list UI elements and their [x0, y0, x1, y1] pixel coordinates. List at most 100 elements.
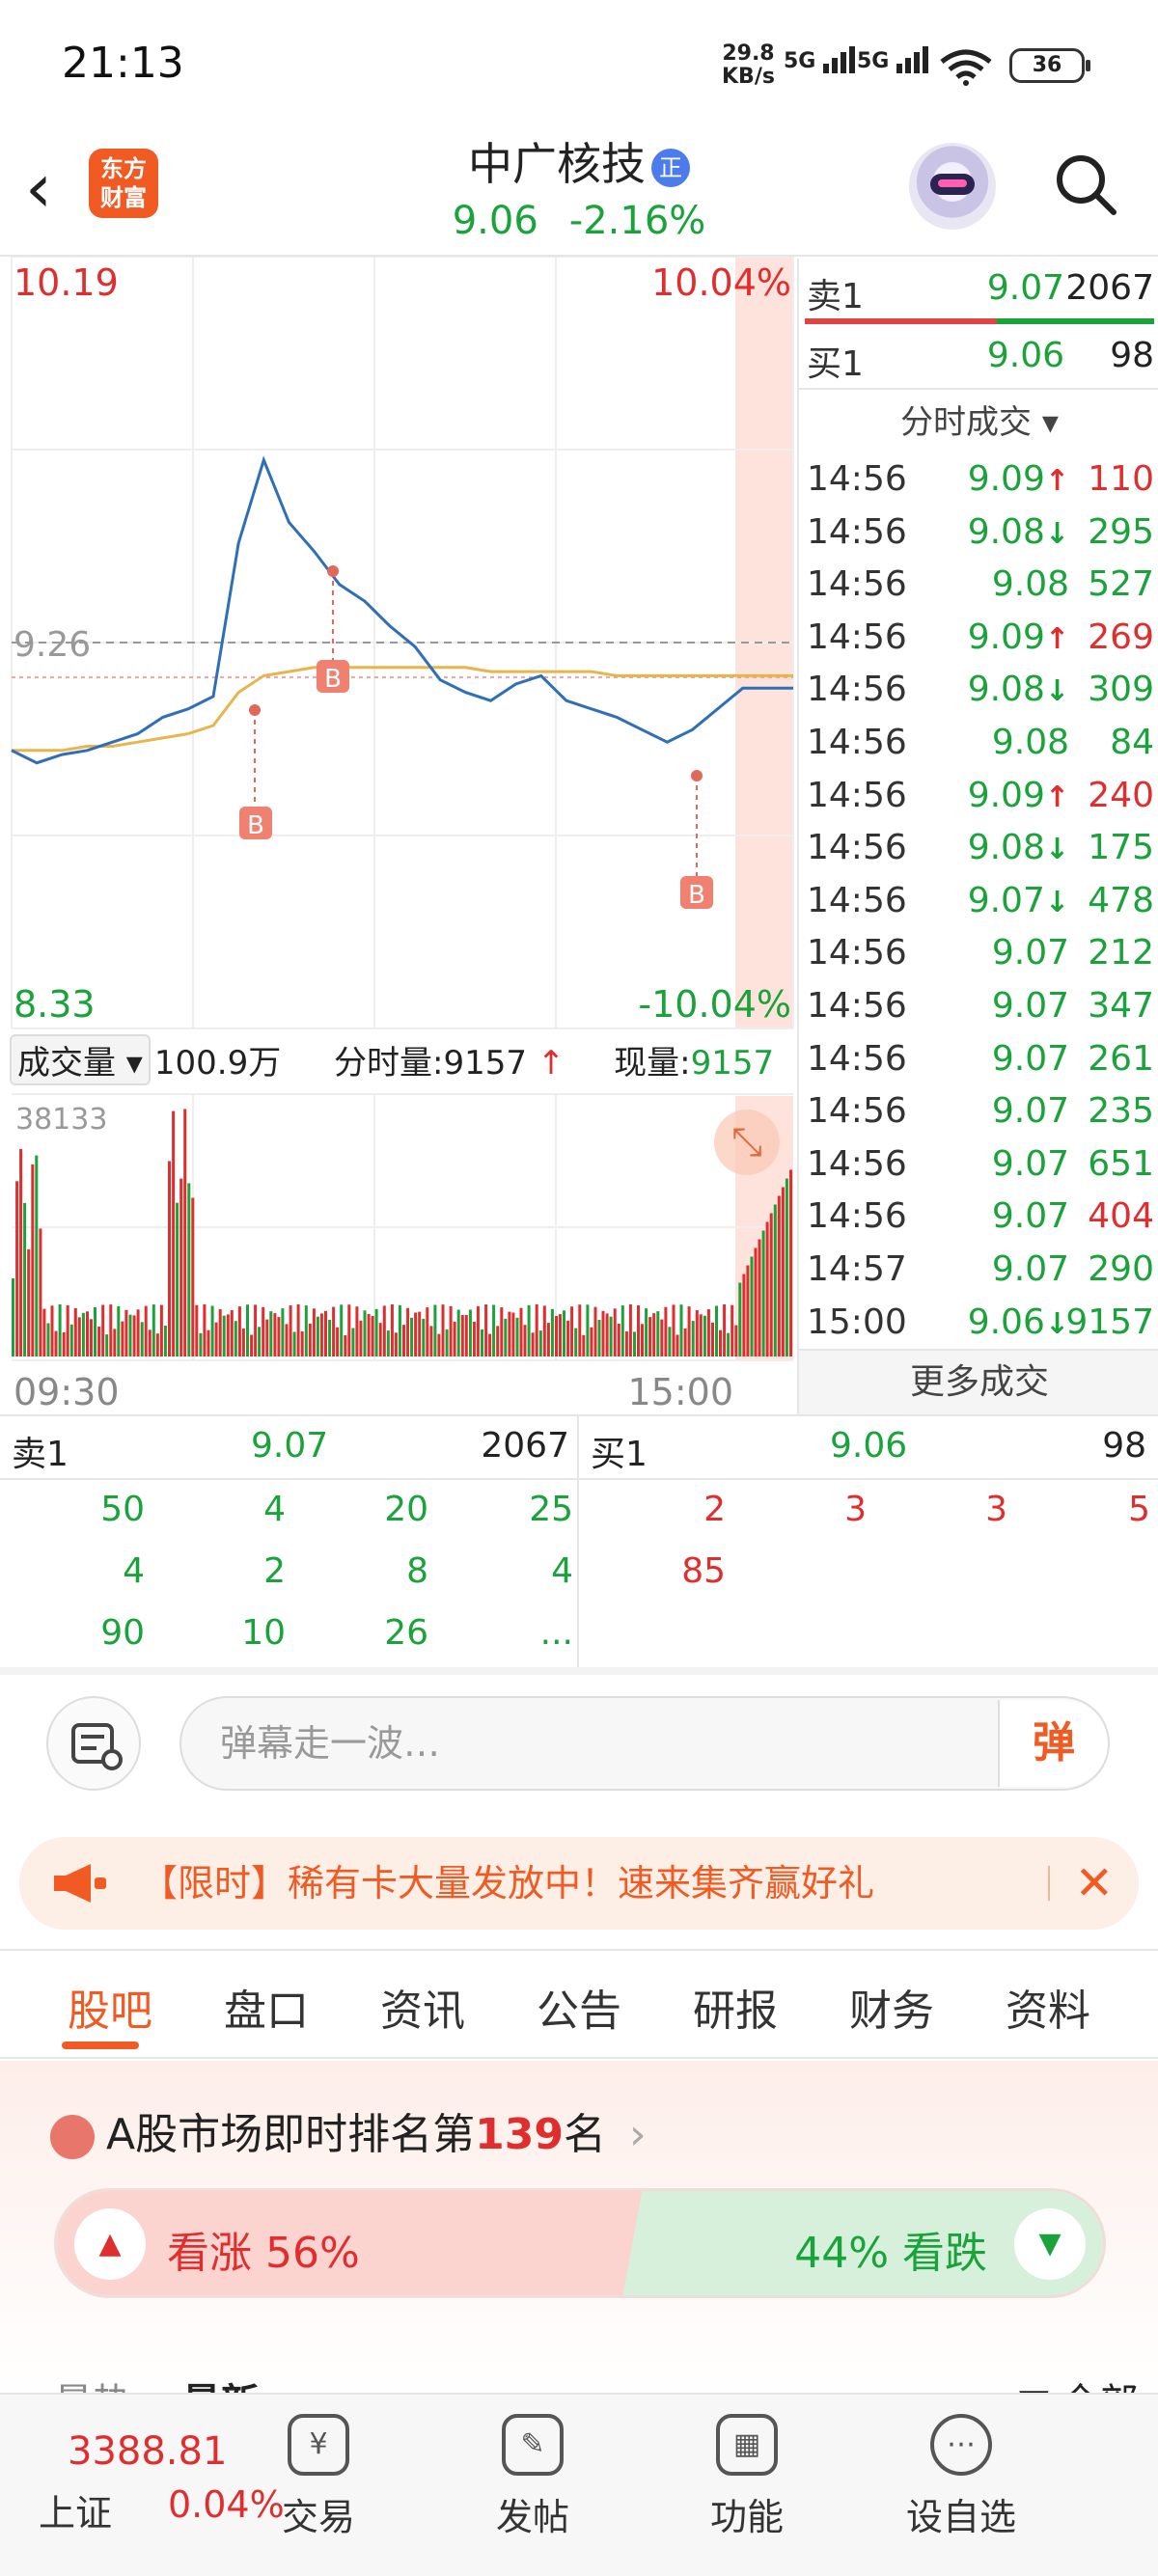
volume-bar — [50, 1305, 54, 1357]
chevron-right-icon: › — [628, 2110, 647, 2159]
volume-bar — [344, 1335, 347, 1357]
tab-1[interactable]: 盘口 — [208, 1976, 324, 2038]
volume-bar — [406, 1307, 410, 1357]
total-volume: 100.9万 — [153, 1044, 282, 1082]
volume-bar — [590, 1327, 593, 1357]
tab-5[interactable]: 财务 — [834, 1976, 950, 2038]
volume-bar — [566, 1320, 570, 1357]
volume-bar — [324, 1310, 327, 1357]
assistant-robot-icon[interactable] — [909, 143, 996, 230]
nav-1[interactable]: ✎ 发帖 — [455, 2414, 610, 2540]
volume-bar — [124, 1309, 128, 1357]
sell-queue-cell: 4 — [551, 1551, 573, 1591]
tab-3[interactable]: 公告 — [521, 1976, 637, 2038]
tick-price: 9.09↑ — [967, 617, 1069, 657]
volume-bar — [117, 1305, 121, 1357]
volume-bar — [613, 1308, 617, 1357]
nav-icon: ▦ — [716, 2414, 778, 2476]
tab-4[interactable]: 研报 — [677, 1976, 793, 2038]
volume-bar — [69, 1324, 73, 1357]
volume-bar — [429, 1326, 433, 1357]
volume-bar — [789, 1169, 792, 1357]
arrow-up-icon: ↑ — [1044, 621, 1069, 656]
nav-2[interactable]: ▦ 功能 — [670, 2414, 824, 2540]
tab-6[interactable]: 资料 — [990, 1976, 1106, 2038]
fenshi-volume: 9157 — [443, 1044, 528, 1082]
volume-bar — [94, 1306, 96, 1357]
tab-0[interactable]: 股吧 — [52, 1976, 168, 2038]
volume-bar — [277, 1317, 281, 1357]
tick-row: 14:56 9.07 261 — [799, 1039, 1158, 1091]
volume-bar — [203, 1304, 207, 1357]
volume-bar — [624, 1331, 628, 1357]
volume-bar — [538, 1330, 542, 1357]
intraday-chart[interactable]: B B B 10.19 10.04% 9.26 8.33 -10.04% 381… — [0, 257, 797, 1414]
active-tab-indicator — [62, 2042, 139, 2049]
banner-text: 【限时】稀有卡大量发放中！速来集齐赢好礼 — [141, 1862, 875, 1905]
price-line — [11, 455, 793, 765]
danmu-settings-icon[interactable] — [46, 1696, 141, 1791]
volume-bar — [519, 1307, 523, 1357]
volume-bar — [308, 1323, 312, 1357]
volume-bar — [390, 1304, 394, 1357]
tick-row: 14:56 9.08↓ 295 — [799, 512, 1158, 564]
volume-bar — [511, 1312, 515, 1357]
nav-0[interactable]: ¥ 交易 — [241, 2414, 396, 2540]
volume-bar — [316, 1316, 319, 1357]
volume-bar — [481, 1329, 483, 1357]
volume-bar — [531, 1332, 535, 1357]
tick-price: 9.07 — [991, 1038, 1069, 1079]
market-rank[interactable]: A股市场即时排名第139名 › — [50, 2099, 647, 2161]
volume-bar — [761, 1230, 765, 1357]
status-bar: 21:13 29.8 KB/s 5G 5G 36 — [0, 0, 1158, 125]
volume-bar — [586, 1304, 590, 1357]
tick-time: 14:56 — [807, 564, 907, 605]
tick-price: 9.09↑ — [967, 775, 1069, 815]
tick-row: 14:56 9.09↑ 269 — [799, 617, 1158, 670]
volume-bar — [336, 1327, 340, 1357]
vote-up-area[interactable] — [57, 2191, 664, 2295]
buy-queue-cell: 85 — [681, 1551, 726, 1591]
tick-price: 9.08 — [991, 723, 1069, 762]
search-icon[interactable] — [1052, 151, 1119, 218]
volume-bar — [445, 1329, 449, 1357]
volume-bar — [754, 1247, 758, 1357]
promo-banner[interactable]: 【限时】稀有卡大量发放中！速来集齐赢好礼 ✕ — [19, 1837, 1139, 1930]
danmu-send-button[interactable]: 弹 — [998, 1700, 1108, 1787]
volume-bar — [39, 1228, 42, 1357]
volume-bar — [620, 1305, 624, 1357]
close-icon[interactable]: ✕ — [1075, 1837, 1114, 1930]
volume-bar — [378, 1323, 382, 1357]
tick-volume: 404 — [1088, 1196, 1154, 1237]
volume-bar — [679, 1304, 683, 1357]
right-panel: 卖1 9.07 2067 买1 9.06 98 分时成交 ▾ 14:56 9.09… — [797, 259, 1158, 1416]
tick-tab-selector[interactable]: 分时成交 ▾ — [799, 396, 1158, 443]
volume-bar — [746, 1265, 750, 1357]
arrow-down-icon[interactable]: ▼ — [1014, 2208, 1086, 2280]
tick-row: 14:56 9.07↓ 478 — [799, 881, 1158, 933]
sell-queue-cell: 50 — [100, 1490, 145, 1529]
volume-selector[interactable]: 成交量 ▾ — [10, 1034, 151, 1085]
volume-bar — [66, 1304, 69, 1357]
volume-bar — [273, 1313, 277, 1357]
arrow-up-icon[interactable]: ▲ — [74, 2208, 146, 2280]
volume-bar — [727, 1332, 731, 1357]
more-ticks-button[interactable]: 更多成交 — [799, 1349, 1158, 1416]
danmu-input[interactable]: 弹幕走一波… — [179, 1696, 1110, 1791]
volume-bar — [601, 1310, 605, 1357]
tick-volume: 347 — [1088, 986, 1154, 1026]
volume-bar — [758, 1239, 761, 1357]
tick-price: 9.07 — [991, 1143, 1069, 1184]
nav-3[interactable]: ⋯ 设自选 — [884, 2414, 1038, 2540]
volume-bar — [195, 1304, 199, 1357]
expand-icon[interactable]: ⤡ — [714, 1110, 780, 1175]
min-pct-label: -10.04% — [638, 983, 791, 1026]
volume-bar — [578, 1304, 582, 1357]
volume-bar — [683, 1329, 687, 1357]
volume-bar — [54, 1330, 58, 1357]
volume-bar — [226, 1314, 230, 1357]
volume-info-bar: 成交量 ▾ 100.9万 分时量:9157 ↑ 现量:9157 — [10, 1034, 795, 1092]
volume-bar — [711, 1322, 714, 1357]
volume-bar — [719, 1329, 722, 1357]
tab-2[interactable]: 资讯 — [365, 1976, 481, 2038]
